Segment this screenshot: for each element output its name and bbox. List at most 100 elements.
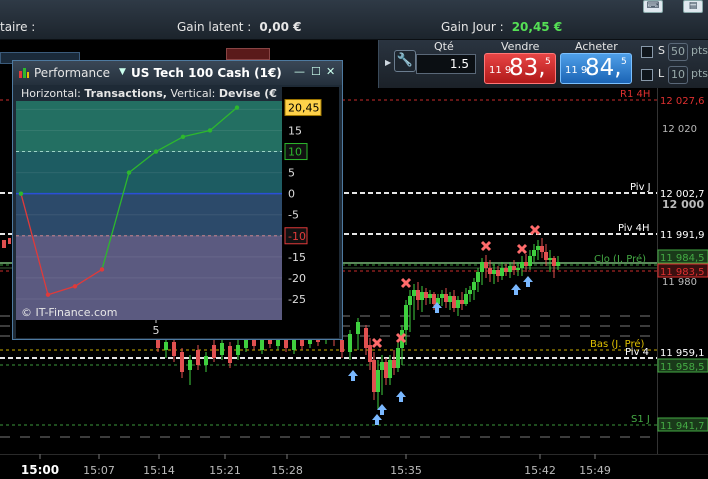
candlestick [404, 300, 408, 345]
time-label: 15:21 [209, 464, 241, 477]
candle-body [500, 268, 504, 276]
candle-body [156, 340, 160, 348]
y-tick-label: 10 [288, 146, 302, 159]
candlestick [196, 345, 200, 370]
candle-body [544, 252, 548, 260]
candle-body [528, 256, 532, 266]
candle-body [388, 360, 392, 378]
candle-body [384, 362, 388, 378]
level-label: Piv J [630, 182, 651, 193]
candlestick [380, 355, 384, 395]
time-label: 15:35 [390, 464, 422, 477]
sell-marker-icon [400, 277, 412, 289]
chevron-down-icon[interactable]: ▼ [119, 67, 126, 77]
candlestick [532, 244, 536, 262]
buy-marker-icon [511, 284, 521, 295]
candle-body [340, 340, 344, 352]
gain-jour: Gain Jour : 20,45 € [441, 20, 562, 34]
account-status-bar: taire : Gain latent : 0,00 € Gain Jour : 2… [0, 0, 708, 40]
buy-button[interactable]: 11 9 84, 5 [560, 53, 632, 84]
stop-label: S [658, 44, 665, 57]
maximize-icon[interactable]: ☐ [311, 65, 321, 78]
candlestick [180, 348, 184, 378]
candle-body [368, 345, 372, 362]
y-tick-label: -20 [288, 272, 306, 285]
candlestick [516, 262, 520, 276]
widget-tab-performance[interactable]: Performance [34, 66, 110, 80]
candlestick [228, 342, 232, 368]
candle-body [532, 250, 536, 256]
candle-body [164, 342, 168, 350]
data-point [207, 128, 213, 133]
candle-body [236, 345, 240, 355]
stop-checkbox[interactable] [641, 46, 653, 58]
sell-marker-icon [480, 240, 492, 252]
candle-body [204, 356, 208, 365]
positive-band-upper [16, 101, 282, 152]
candle-body [376, 370, 380, 392]
buy-marker-icon [396, 391, 406, 402]
vertical-value: Devise (€ [218, 87, 277, 100]
menu-icon[interactable]: ▤ [683, 0, 703, 13]
performance-widget[interactable]: Performance ▼ US Tech 100 Cash (1€) — ☐ … [12, 60, 343, 340]
candlestick [528, 250, 532, 270]
candle-body [364, 328, 368, 348]
candle-body [8, 238, 11, 244]
gain-latent-label: Gain latent : [177, 20, 252, 34]
candle-body [380, 362, 384, 370]
candle-body [488, 268, 492, 274]
candlestick [472, 278, 476, 300]
data-point [153, 149, 159, 154]
candle-body [172, 342, 176, 356]
candlestick [448, 292, 452, 310]
candlestick [480, 258, 484, 285]
time-label: 15:14 [143, 464, 175, 477]
toolbar-button[interactable] [226, 48, 270, 60]
y-tick-label: -5 [288, 209, 299, 222]
candlestick [356, 318, 360, 350]
candle-body [548, 258, 552, 260]
data-point [72, 284, 78, 289]
candlestick [492, 264, 496, 284]
limit-checkbox[interactable] [641, 69, 653, 81]
candlestick [508, 262, 512, 278]
widget-titlebar[interactable]: Performance ▼ US Tech 100 Cash (1€) — ☐ … [13, 61, 342, 85]
sell-marker-icon [516, 243, 528, 255]
data-point [126, 170, 132, 175]
time-label: 15:42 [524, 464, 556, 477]
candle-body [420, 292, 424, 300]
candle-body [396, 348, 400, 368]
expand-arrow-icon[interactable]: ▶ [385, 58, 391, 67]
limit-points-input[interactable]: 10 [668, 66, 688, 84]
sell-marker-icon [371, 337, 383, 349]
limit-points-unit: pts [691, 67, 708, 80]
candle-body [212, 345, 216, 358]
close-icon[interactable]: ✕ [326, 65, 335, 78]
sell-button[interactable]: 11 9 83, 5 [484, 53, 556, 84]
candle-body [492, 270, 496, 274]
candle-body [508, 266, 512, 272]
quantity-label: Qté [434, 40, 454, 53]
stop-points-input[interactable]: 50 [668, 43, 688, 61]
candle-body [412, 290, 416, 296]
x-axis-strip [16, 320, 339, 338]
candlestick [428, 290, 432, 304]
minimize-icon[interactable]: — [294, 65, 305, 78]
instrument-selector[interactable]: US Tech 100 Cash (1€) [131, 66, 282, 80]
watermark-text: © IT-Finance.com [21, 306, 118, 319]
candle-body [484, 262, 488, 268]
level-label: Piv 4 [625, 347, 649, 358]
wrench-icon[interactable]: 🔧 [394, 50, 416, 72]
buy-label: Acheter [575, 40, 618, 53]
candle-body [456, 300, 460, 308]
keyboard-icon[interactable]: ⌨ [643, 0, 663, 13]
data-point [18, 191, 24, 196]
candle-body [416, 290, 420, 300]
candlestick [536, 240, 540, 260]
candlestick [524, 254, 528, 272]
candlestick [376, 360, 380, 410]
quantity-input[interactable]: 1.5 [416, 54, 476, 74]
candle-body [472, 282, 476, 290]
candle-body [432, 294, 436, 304]
candle-body [428, 294, 432, 298]
